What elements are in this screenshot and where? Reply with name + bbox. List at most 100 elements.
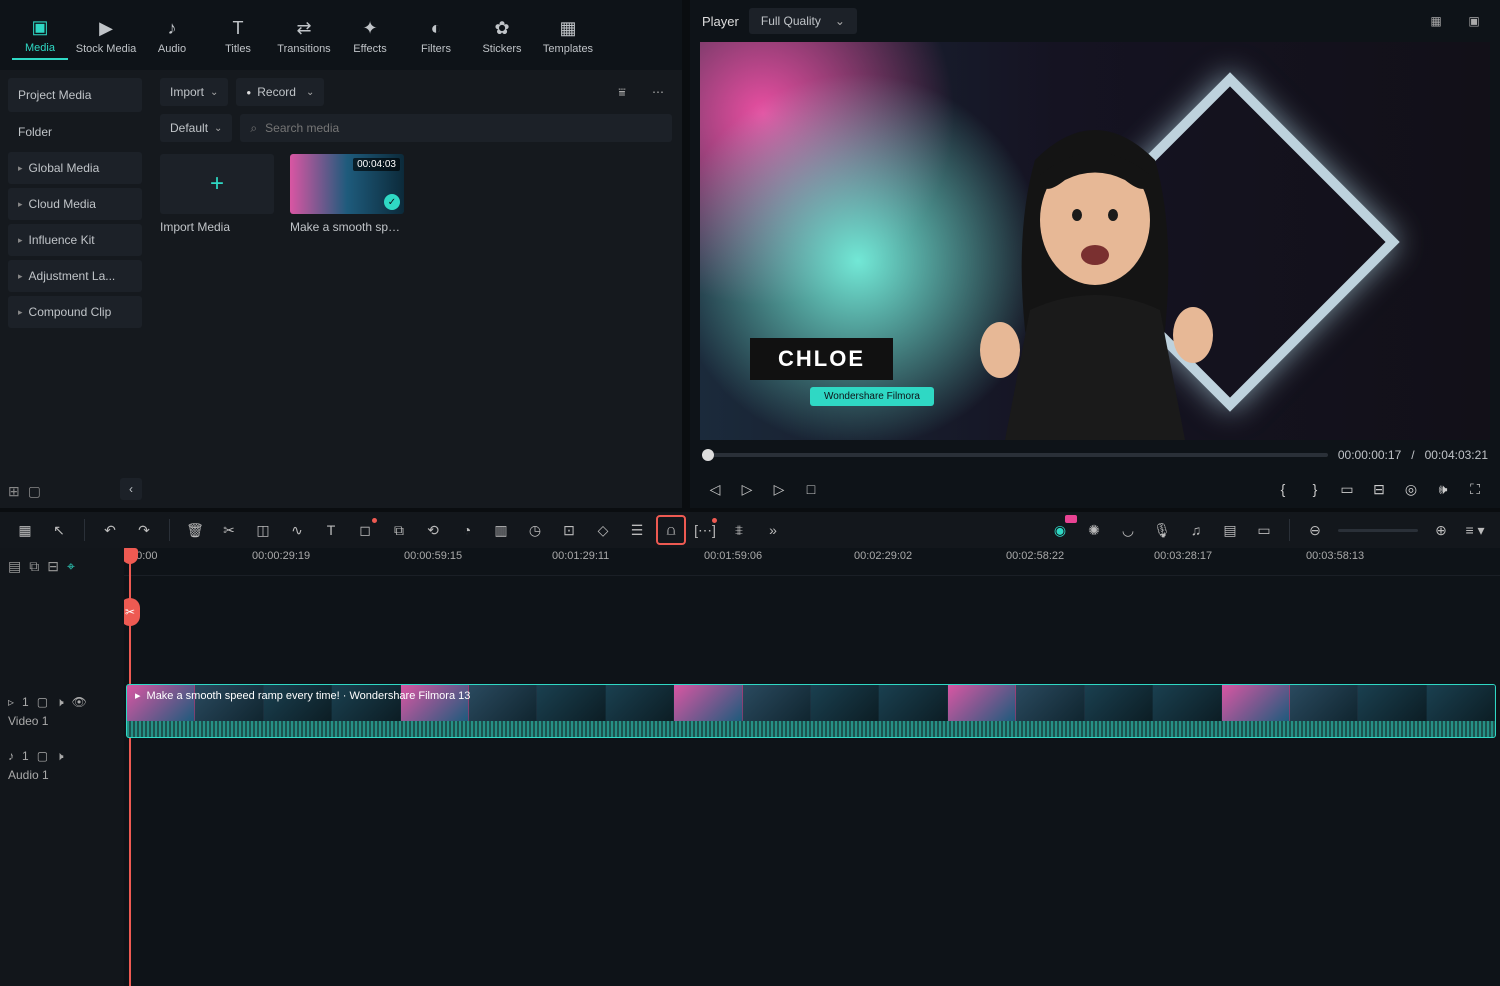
layout-tool[interactable]: ▦	[10, 515, 40, 545]
redo-button[interactable]: ↷	[129, 515, 159, 545]
ellipsis-icon: ⋯	[652, 85, 664, 99]
quality-dropdown[interactable]: Full Quality	[749, 8, 857, 34]
import-media-card[interactable]: + Import Media	[160, 154, 274, 234]
display-button[interactable]: ⊟	[1366, 476, 1392, 502]
timeline-canvas[interactable]: 00:00 00:00:29:19 00:00:59:15 00:01:29:1…	[124, 548, 1500, 986]
split-button[interactable]: ✂	[214, 515, 244, 545]
mic-tool[interactable]: 🎙	[1147, 515, 1177, 545]
tab-stock-media[interactable]: ▶Stock Media	[78, 12, 134, 59]
link-icon[interactable]: ⊟	[47, 558, 59, 575]
lock-icon[interactable]: ▢	[37, 695, 48, 709]
collapse-sidebar-button[interactable]: ‹	[120, 478, 142, 500]
scrub-handle[interactable]	[702, 449, 714, 461]
keyframe-tool[interactable]: ◇	[588, 515, 618, 545]
mute-icon[interactable]: 🕨	[56, 695, 64, 710]
add-folder-icon[interactable]: ⊞	[8, 483, 20, 500]
fullscreen-button[interactable]: ⛶	[1462, 476, 1488, 502]
snap-icon[interactable]: ⌖	[67, 558, 75, 575]
mark-out-button[interactable]: }	[1302, 476, 1328, 502]
audio-icon: ♪	[8, 749, 14, 763]
music-tool[interactable]: ♫	[1181, 515, 1211, 545]
next-frame-button[interactable]: ▷	[734, 476, 760, 502]
rotate-tool[interactable]: ⟲	[418, 515, 448, 545]
play-button[interactable]: ▷	[766, 476, 792, 502]
speed-tool[interactable]: ◷	[520, 515, 550, 545]
filter-button[interactable]: ⩸	[608, 78, 636, 106]
text-tool[interactable]: T	[316, 515, 346, 545]
tab-effects[interactable]: ✦Effects	[342, 12, 398, 59]
eye-icon[interactable]: 👁	[72, 695, 87, 709]
crop-button[interactable]: ◫	[248, 515, 278, 545]
tab-filters[interactable]: ◐Filters	[408, 12, 464, 59]
subtitle-tool[interactable]: ▭	[1249, 515, 1279, 545]
import-dropdown[interactable]: Import	[160, 78, 228, 106]
ai-tool[interactable]: ◉	[1045, 515, 1075, 545]
scrub-bar[interactable]	[702, 453, 1328, 457]
zoom-in-button[interactable]: ⊕	[1426, 515, 1456, 545]
sidebar-folder[interactable]: Folder	[8, 116, 142, 148]
mixer-tool[interactable]: ▤	[1215, 515, 1245, 545]
beat-button[interactable]: ∿	[282, 515, 312, 545]
player-viewport[interactable]: CHLOE Wondershare Filmora	[700, 42, 1490, 440]
color-tool[interactable]: ◔	[452, 515, 482, 545]
magnet-icon[interactable]: ⧉	[29, 558, 39, 575]
layout-button[interactable]: ▦	[1422, 7, 1450, 35]
aspect-icon: ▭	[1340, 481, 1353, 498]
tab-media[interactable]: ▣Media	[12, 11, 68, 60]
compound-tool[interactable]: ▥	[486, 515, 516, 545]
delete-button[interactable]: 🗑	[180, 515, 210, 545]
tracking-tool[interactable]: ⊡	[554, 515, 584, 545]
sidebar-global-media[interactable]: Global Media	[8, 152, 142, 184]
undo-button[interactable]: ↶	[95, 515, 125, 545]
image-icon: ▣	[1468, 14, 1479, 28]
zoom-out-button[interactable]: ⊖	[1300, 515, 1330, 545]
aspect-button[interactable]: ▭	[1334, 476, 1360, 502]
time-ruler[interactable]: 00:00 00:00:29:19 00:00:59:15 00:01:29:1…	[124, 548, 1500, 576]
mark-in-button[interactable]: {	[1270, 476, 1296, 502]
tab-transitions[interactable]: ⇄Transitions	[276, 12, 332, 59]
brand-label: Wondershare Filmora	[810, 387, 934, 406]
more-button[interactable]: ⋯	[644, 78, 672, 106]
chevron-left-icon: ‹	[129, 482, 133, 496]
view-mode-button[interactable]: ≡ ▾	[1460, 515, 1490, 545]
media-clip-card[interactable]: 00:04:03 ✓ Make a smooth speed...	[290, 154, 404, 234]
track-header-audio[interactable]: ♪1▢🕨 Audio 1	[0, 738, 124, 792]
more-tools[interactable]: »	[758, 515, 788, 545]
sidebar-project-media[interactable]: Project Media	[8, 78, 142, 112]
enhance-tool[interactable]: ✺	[1079, 515, 1109, 545]
stop-button[interactable]: □	[798, 476, 824, 502]
folder-icon[interactable]: ▢	[28, 483, 41, 500]
link-tool[interactable]: ⧉	[384, 515, 414, 545]
sidebar-compound-clip[interactable]: Compound Clip	[8, 296, 142, 328]
bracket-tool[interactable]: [⋯]	[690, 515, 720, 545]
cursor-tool[interactable]: ↖	[44, 515, 74, 545]
sidebar-adjustment-layer[interactable]: Adjustment La...	[8, 260, 142, 292]
volume-button[interactable]: 🕪	[1430, 476, 1456, 502]
sort-dropdown[interactable]: Default	[160, 114, 232, 142]
tab-audio[interactable]: ♪Audio	[144, 12, 200, 59]
snapshot-button[interactable]: ▣	[1460, 7, 1488, 35]
person-figure	[945, 110, 1245, 440]
track-header-video[interactable]: ▹1▢🕨👁 Video 1	[0, 684, 124, 738]
camera-button[interactable]: ◎	[1398, 476, 1424, 502]
waveform-tool[interactable]: ⩨	[724, 515, 754, 545]
tab-templates[interactable]: ▦Templates	[540, 12, 596, 59]
zoom-slider[interactable]	[1338, 529, 1418, 532]
video-clip[interactable]: ▸Make a smooth speed ramp every time! · …	[126, 684, 1496, 738]
prev-frame-button[interactable]: ◁	[702, 476, 728, 502]
marker-tool[interactable]: ◡	[1113, 515, 1143, 545]
ai-caption-tool[interactable]: ⩍	[656, 515, 686, 545]
mute-icon[interactable]: 🕨	[56, 749, 64, 764]
search-field[interactable]: ⌕	[240, 114, 672, 142]
search-input[interactable]	[265, 121, 662, 135]
mask-tool[interactable]: ◻	[350, 515, 380, 545]
tab-titles[interactable]: TTitles	[210, 12, 266, 59]
record-dropdown[interactable]: Record	[236, 78, 324, 106]
tracks-icon[interactable]: ▤	[8, 558, 21, 575]
sidebar-cloud-media[interactable]: Cloud Media	[8, 188, 142, 220]
sliders-tool[interactable]: ☰	[622, 515, 652, 545]
lock-icon[interactable]: ▢	[37, 749, 48, 763]
tab-stickers[interactable]: ✿Stickers	[474, 12, 530, 59]
player-tab: Player	[702, 14, 739, 29]
sidebar-influence-kit[interactable]: Influence Kit	[8, 224, 142, 256]
